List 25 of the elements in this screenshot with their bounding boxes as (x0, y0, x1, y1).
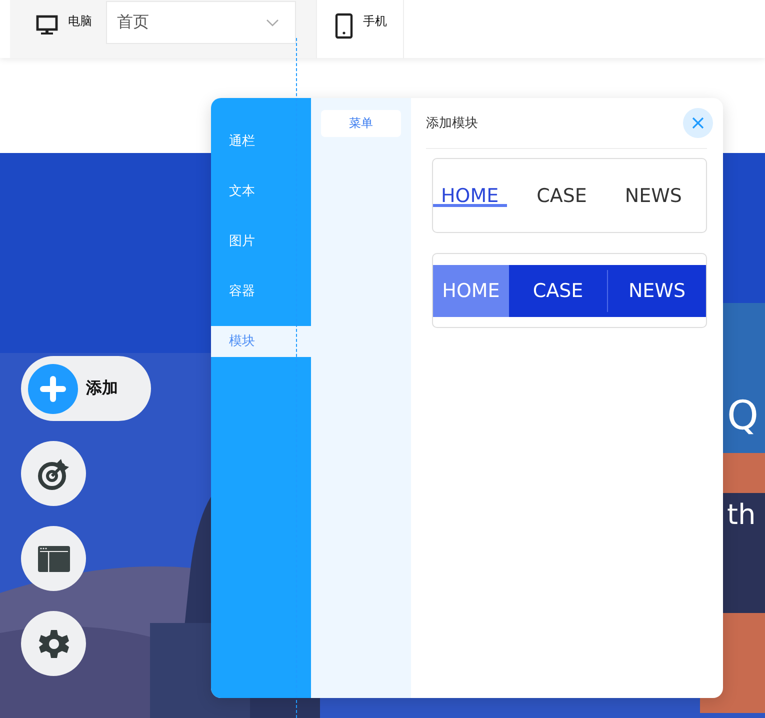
hero-headline: Q (727, 393, 758, 439)
plus-icon (28, 364, 78, 414)
close-button[interactable] (683, 108, 713, 138)
subcategory-item[interactable]: 菜单 (321, 110, 401, 137)
monitor-icon (36, 15, 58, 35)
add-button[interactable]: 添加 (21, 356, 151, 421)
target-icon (36, 456, 70, 490)
phone-icon (335, 13, 353, 39)
menu-template-card[interactable]: HOME CASE NEWS (432, 253, 707, 328)
nav-item: CASE (532, 278, 584, 304)
hero-subtitle: th (727, 498, 756, 531)
chevron-down-icon (266, 18, 279, 26)
nav-item: NEWS (624, 184, 683, 206)
nav-item: HOME (433, 264, 509, 316)
nav-item: CASE (536, 184, 588, 206)
menu-template-card[interactable]: HOME CASE NEWS (432, 158, 707, 233)
window-layout-icon (38, 546, 70, 572)
page-select[interactable]: 首页 (106, 1, 296, 44)
desktop-view-tab[interactable]: 电脑 (10, 0, 106, 45)
settings-icon (38, 628, 68, 658)
nav-item: HOME (433, 184, 507, 206)
mobile-view-tab[interactable]: 手机 (317, 0, 403, 45)
nav-item: NEWS (607, 270, 706, 312)
panel-title: 添加模块 (426, 115, 478, 132)
close-icon (692, 117, 704, 129)
